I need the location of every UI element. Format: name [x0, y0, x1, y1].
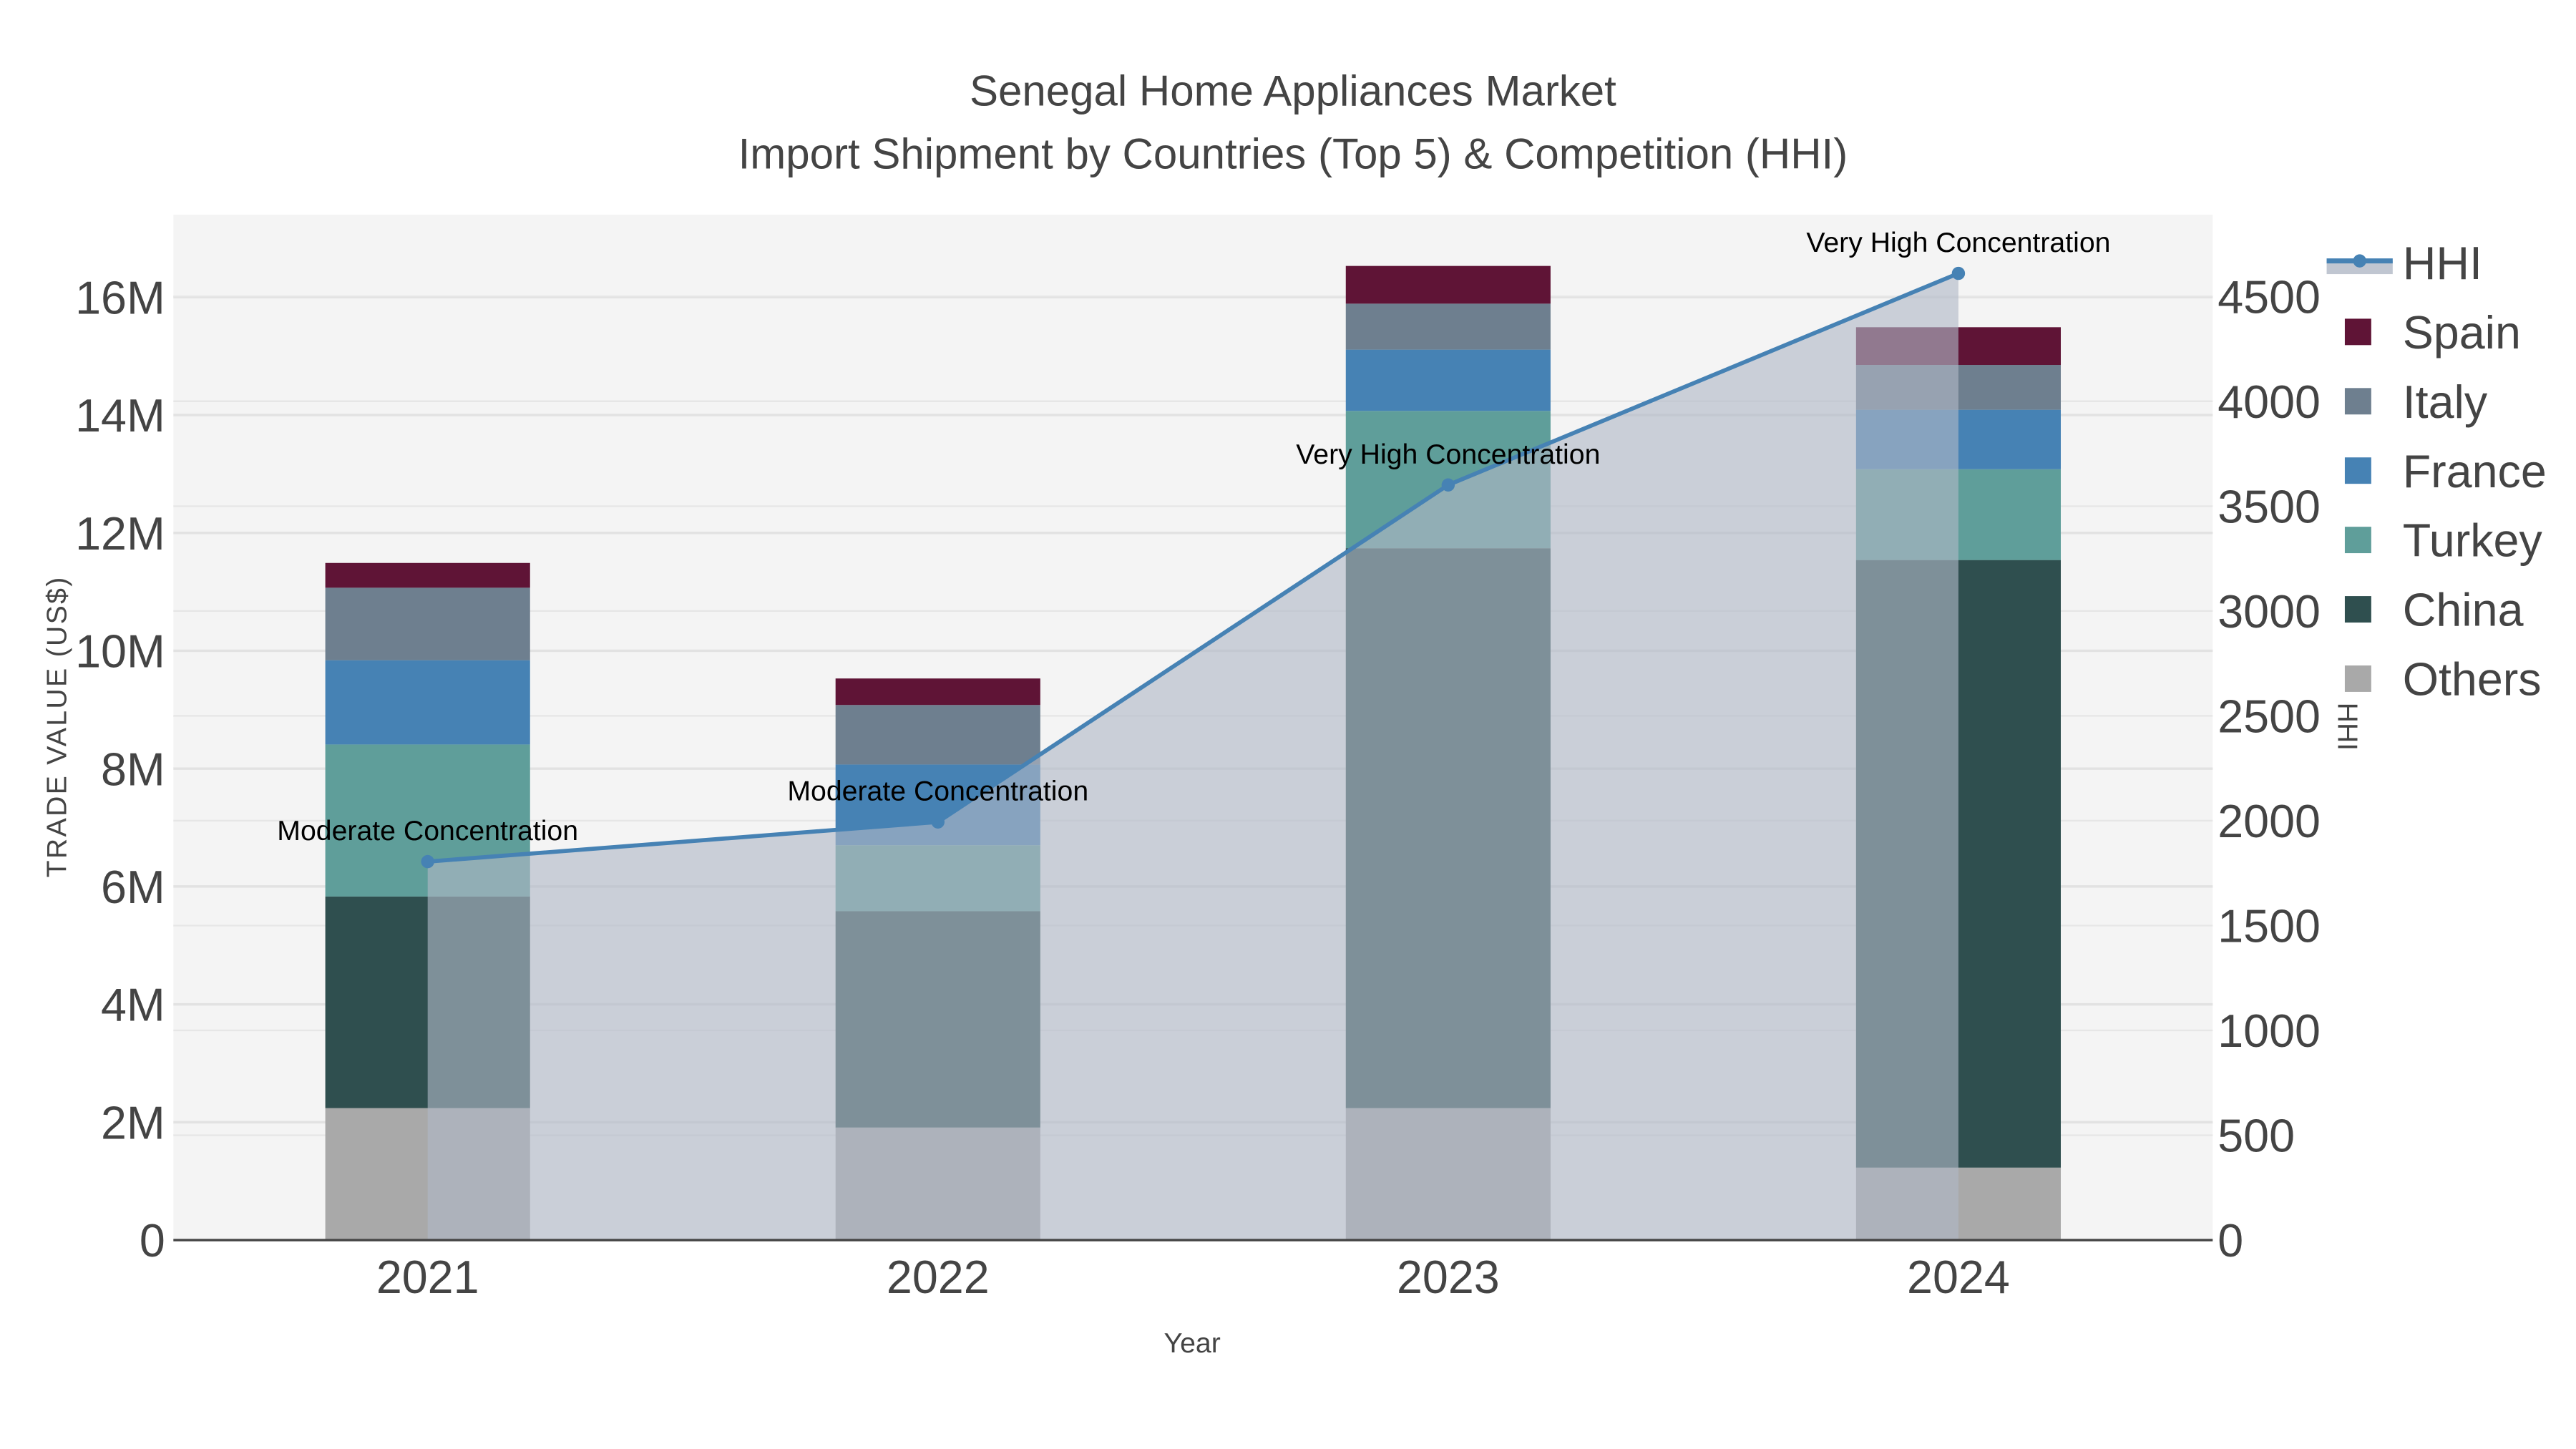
legend-label-hhi: HHI	[2403, 238, 2482, 289]
bar-italy-2023	[1345, 303, 1551, 350]
legend-swatch-france	[2344, 457, 2371, 484]
y-tick-label: 2M	[101, 1097, 165, 1148]
x-axis-title: Year	[1164, 1327, 1221, 1359]
y2-tick-label: 3500	[2218, 481, 2321, 532]
y-tick-label: 0	[140, 1215, 165, 1267]
y2-tick-label: 3000	[2218, 586, 2321, 638]
y-tick-label: 6M	[101, 862, 165, 913]
y-tick-label: 14M	[75, 390, 165, 441]
bar-italy-2021	[325, 587, 530, 660]
y-tick-label: 10M	[75, 626, 165, 678]
x-tick-label: 2023	[1397, 1252, 1500, 1303]
legend-label-france: France	[2403, 446, 2547, 497]
x-tick-label: 2022	[887, 1252, 990, 1303]
y2-tick-label: 0	[2218, 1215, 2243, 1267]
hhi-point-2024	[1951, 266, 1966, 280]
hhi-annotation: Very High Concentration	[1296, 439, 1600, 470]
bar-france-2023	[1345, 349, 1551, 411]
legend-swatch-spain	[2344, 318, 2371, 346]
hhi-annotation: Moderate Concentration	[277, 815, 578, 847]
bar-italy-2022	[835, 705, 1040, 765]
y-tick-label: 16M	[75, 272, 165, 323]
bar-spain-2023	[1345, 265, 1551, 304]
hhi-point-2023	[1441, 478, 1455, 492]
y2-tick-label: 500	[2218, 1111, 2295, 1162]
x-tick-label: 2021	[376, 1252, 479, 1303]
hhi-annotation: Moderate Concentration	[787, 776, 1088, 807]
chart-title-line1: Senegal Home Appliances Market	[970, 67, 1616, 115]
legend-swatch-turkey	[2344, 527, 2371, 554]
chart-title-line2: Import Shipment by Countries (Top 5) & C…	[738, 130, 1848, 177]
y2-tick-label: 1000	[2218, 1005, 2321, 1057]
y2-axis-title: HHI	[2332, 703, 2363, 751]
y-tick-label: 8M	[101, 743, 165, 795]
y2-tick-label: 2500	[2218, 691, 2321, 742]
bar-spain-2021	[325, 562, 530, 588]
bar-spain-2022	[835, 678, 1040, 706]
x-tick-label: 2024	[1907, 1252, 2010, 1303]
y2-tick-label: 2000	[2218, 796, 2321, 847]
y2-tick-label: 4000	[2218, 376, 2321, 428]
legend-label-others: Others	[2403, 654, 2542, 706]
y2-tick-label: 4500	[2218, 271, 2321, 323]
legend-label-turkey: Turkey	[2403, 515, 2543, 567]
legend-swatch-others	[2344, 665, 2371, 692]
hhi-annotation: Very High Concentration	[1806, 227, 2110, 258]
y-tick-label: 12M	[75, 508, 165, 560]
hhi-point-2022	[931, 815, 945, 829]
legend-swatch-italy	[2344, 388, 2371, 415]
legend-hhi-marker	[2353, 254, 2366, 268]
y-axis-title: TRADE VALUE (US$)	[41, 575, 72, 877]
bar-france-2021	[325, 660, 530, 745]
y-tick-label: 4M	[101, 980, 165, 1031]
y2-tick-label: 1500	[2218, 901, 2321, 952]
hhi-point-2021	[421, 854, 434, 869]
chart: Senegal Home Appliances Market Import Sh…	[41, 67, 2547, 1359]
legend-label-china: China	[2403, 585, 2524, 636]
legend-label-italy: Italy	[2403, 376, 2488, 428]
legend-label-spain: Spain	[2403, 307, 2521, 358]
legend-swatch-china	[2344, 596, 2371, 623]
